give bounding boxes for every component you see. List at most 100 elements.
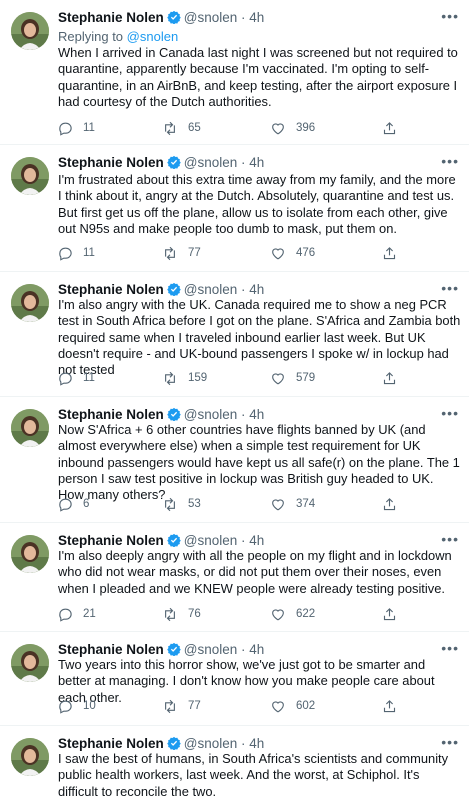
author-name[interactable]: Stephanie Nolen bbox=[58, 407, 164, 422]
share-button[interactable] bbox=[382, 118, 407, 138]
tweet-time[interactable]: 4h bbox=[249, 282, 264, 297]
author-handle[interactable]: @snolen bbox=[184, 282, 238, 297]
retweet-count: 77 bbox=[188, 247, 201, 259]
more-options-icon[interactable]: ••• bbox=[441, 280, 459, 296]
reply-button[interactable]: 11 bbox=[58, 368, 95, 388]
share-button[interactable] bbox=[382, 368, 407, 388]
more-options-icon[interactable]: ••• bbox=[441, 734, 459, 750]
avatar[interactable] bbox=[11, 409, 49, 447]
reply-button[interactable]: 6 bbox=[58, 494, 89, 514]
tweet-actions: 10 77 602 bbox=[58, 696, 418, 716]
share-button[interactable] bbox=[382, 604, 407, 624]
retweet-button[interactable]: 53 bbox=[162, 494, 201, 514]
author-name[interactable]: Stephanie Nolen bbox=[58, 642, 164, 657]
reply-button[interactable]: 11 bbox=[58, 118, 95, 138]
retweet-icon bbox=[162, 699, 188, 714]
reply-button[interactable]: 21 bbox=[58, 604, 96, 624]
reply-button[interactable]: 10 bbox=[58, 696, 96, 716]
retweet-button[interactable]: 159 bbox=[162, 368, 207, 388]
retweet-icon bbox=[162, 497, 188, 512]
author-handle[interactable]: @snolen bbox=[184, 407, 238, 422]
avatar[interactable] bbox=[11, 644, 49, 682]
avatar[interactable] bbox=[11, 12, 49, 50]
share-button[interactable] bbox=[382, 696, 407, 716]
avatar[interactable] bbox=[11, 535, 49, 573]
more-options-icon[interactable]: ••• bbox=[441, 640, 459, 656]
retweet-icon bbox=[162, 121, 188, 136]
tweet-time[interactable]: 4h bbox=[249, 736, 264, 751]
author-handle[interactable]: @snolen bbox=[184, 155, 238, 170]
tweet-header: Stephanie Nolen @snolen · 4h bbox=[58, 155, 264, 173]
tweet-text: I'm frustrated about this extra time awa… bbox=[58, 172, 456, 236]
share-icon bbox=[382, 246, 407, 261]
author-name[interactable]: Stephanie Nolen bbox=[58, 10, 164, 25]
tweet-1[interactable]: Stephanie Nolen @snolen · 4h ••• Replying… bbox=[0, 0, 469, 144]
like-button[interactable]: 622 bbox=[270, 604, 315, 624]
avatar[interactable] bbox=[11, 157, 49, 195]
heart-icon bbox=[270, 246, 296, 261]
author-name[interactable]: Stephanie Nolen bbox=[58, 736, 164, 751]
tweet-time[interactable]: 4h bbox=[249, 533, 264, 548]
retweet-button[interactable]: 77 bbox=[162, 243, 201, 263]
replying-to-label: Replying to bbox=[58, 29, 124, 44]
tweet-actions: 11 65 396 bbox=[58, 118, 418, 138]
reply-icon bbox=[58, 246, 83, 261]
share-button[interactable] bbox=[382, 243, 407, 263]
avatar[interactable] bbox=[11, 284, 49, 322]
retweet-button[interactable]: 76 bbox=[162, 604, 201, 624]
author-handle[interactable]: @snolen bbox=[184, 736, 238, 751]
tweet-3[interactable]: Stephanie Nolen @snolen · 4h ••• I'm also… bbox=[0, 272, 469, 396]
reply-icon bbox=[58, 371, 83, 386]
reply-count: 10 bbox=[83, 700, 96, 712]
share-button[interactable] bbox=[382, 494, 407, 514]
more-options-icon[interactable]: ••• bbox=[441, 531, 459, 547]
tweet-text: I'm also deeply angry with all the peopl… bbox=[58, 548, 452, 596]
tweet-time[interactable]: 4h bbox=[249, 155, 264, 170]
tweet-actions: 11 77 476 bbox=[58, 243, 418, 263]
retweet-button[interactable]: 65 bbox=[162, 118, 201, 138]
like-button[interactable]: 602 bbox=[270, 696, 315, 716]
author-name[interactable]: Stephanie Nolen bbox=[58, 533, 164, 548]
tweet-actions: 11 159 579 bbox=[58, 368, 418, 388]
author-name[interactable]: Stephanie Nolen bbox=[58, 155, 164, 170]
reply-count: 11 bbox=[83, 372, 95, 384]
author-handle[interactable]: @snolen bbox=[184, 642, 238, 657]
like-button[interactable]: 396 bbox=[270, 118, 315, 138]
tweet-time[interactable]: 4h bbox=[249, 10, 264, 25]
tweet-4[interactable]: Stephanie Nolen @snolen · 4h ••• Now S'Af… bbox=[0, 397, 469, 522]
tweet-text: Now S'Africa + 6 other countries have fl… bbox=[58, 422, 460, 503]
author-name[interactable]: Stephanie Nolen bbox=[58, 282, 164, 297]
heart-icon bbox=[270, 607, 296, 622]
reply-button[interactable]: 11 bbox=[58, 243, 95, 263]
heart-icon bbox=[270, 497, 296, 512]
like-button[interactable]: 579 bbox=[270, 368, 315, 388]
like-count: 579 bbox=[296, 372, 316, 384]
tweet-text: I saw the best of humans, in South Afric… bbox=[58, 751, 449, 799]
retweet-count: 65 bbox=[188, 122, 201, 134]
replying-to-handle[interactable]: @snolen bbox=[127, 29, 179, 44]
like-button[interactable]: 374 bbox=[270, 494, 315, 514]
retweet-count: 53 bbox=[188, 498, 201, 510]
reply-icon bbox=[58, 699, 83, 714]
tweet-6[interactable]: Stephanie Nolen @snolen · 4h ••• Two year… bbox=[0, 632, 469, 725]
share-icon bbox=[382, 497, 407, 512]
tweet-5[interactable]: Stephanie Nolen @snolen · 4h ••• I'm also… bbox=[0, 523, 469, 631]
more-options-icon[interactable]: ••• bbox=[441, 405, 459, 421]
like-count: 476 bbox=[296, 247, 316, 259]
tweet-time[interactable]: 4h bbox=[249, 642, 264, 657]
retweet-count: 159 bbox=[188, 372, 208, 384]
more-options-icon[interactable]: ••• bbox=[441, 8, 459, 24]
reply-count: 21 bbox=[83, 608, 96, 620]
like-button[interactable]: 476 bbox=[270, 243, 315, 263]
retweet-button[interactable]: 77 bbox=[162, 696, 201, 716]
author-handle[interactable]: @snolen bbox=[184, 10, 238, 25]
tweet-7[interactable]: Stephanie Nolen @snolen · 4h ••• I saw th… bbox=[0, 726, 469, 799]
author-handle[interactable]: @snolen bbox=[184, 533, 238, 548]
reply-icon bbox=[58, 607, 83, 622]
like-count: 602 bbox=[296, 700, 316, 712]
tweet-time[interactable]: 4h bbox=[249, 407, 264, 422]
tweet-2[interactable]: Stephanie Nolen @snolen · 4h ••• I'm frus… bbox=[0, 145, 469, 271]
more-options-icon[interactable]: ••• bbox=[441, 153, 459, 169]
heart-icon bbox=[270, 121, 296, 136]
avatar[interactable] bbox=[11, 738, 49, 776]
